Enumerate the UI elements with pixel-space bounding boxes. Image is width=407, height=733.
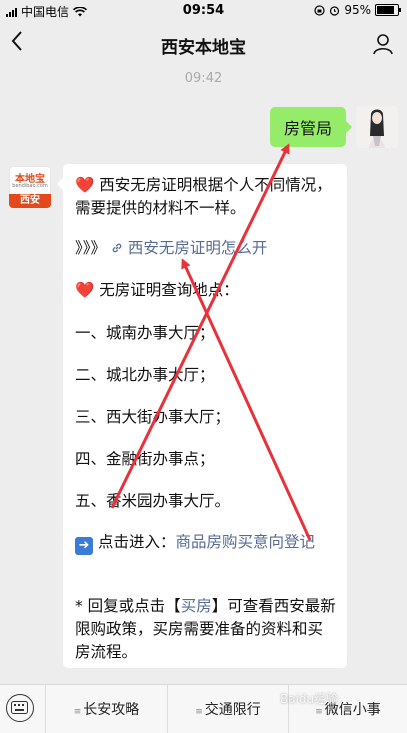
- menu-icon: ≡: [315, 707, 323, 717]
- location-item: 三、西大街办事大厅；: [75, 408, 231, 426]
- user-message-bubble[interactable]: 房管局: [270, 107, 352, 147]
- menu-item-wechat-matters[interactable]: ≡ 微信小事: [289, 699, 407, 719]
- location-item: 四、金融街办事点；: [75, 450, 215, 468]
- note-prefix: * 回复或点击【: [75, 597, 181, 615]
- keyboard-icon[interactable]: [6, 694, 34, 722]
- avatar-city-label: 西安: [9, 194, 51, 208]
- status-right: 95%: [314, 3, 401, 17]
- status-bar: 中国电信 09:54 95%: [0, 0, 407, 22]
- location-item: 五、香米园办事大厅。: [75, 492, 231, 510]
- enter-prefix: 点击进入：: [97, 533, 176, 551]
- message-timestamp: 09:42: [184, 71, 223, 86]
- intro-text: 西安无房证明根据个人不同情况，需要提供的材料不一样。: [75, 176, 332, 217]
- menu-item-label: 交通限行: [204, 702, 261, 718]
- rotation-lock-icon: [314, 4, 325, 16]
- user-avatar[interactable]: [356, 106, 398, 148]
- menu-item-changan-guide[interactable]: ≡ 长安攻略: [46, 699, 167, 719]
- battery-percent: 95%: [344, 3, 371, 17]
- user-avatar-image: [356, 106, 398, 148]
- menu-icon: ≡: [195, 707, 203, 717]
- query-heading-text: 无房证明查询地点：: [99, 281, 239, 299]
- heart-icon: ❤️: [75, 176, 95, 194]
- menu-item-traffic-restriction[interactable]: ≡ 交通限行: [168, 699, 288, 719]
- page-title: 西安本地宝: [161, 38, 246, 58]
- location-item: 一、城南办事大厅；: [75, 324, 215, 342]
- nav-bar: 西安本地宝: [0, 22, 407, 66]
- intro-paragraph: ❤️ 西安无房证明根据个人不同情况，需要提供的材料不一样。: [75, 174, 337, 220]
- link-line: 》》》 西安无房证明怎么开: [75, 237, 337, 260]
- right-arrow-icon: ➜: [75, 537, 93, 555]
- alarm-icon: [330, 5, 340, 16]
- link-icon: [112, 243, 122, 253]
- menu-icon: ≡: [73, 707, 82, 717]
- avatar-logo-sub: bendibao.com: [12, 183, 48, 189]
- battery-fill: [377, 6, 395, 14]
- bot-message-bubble: ❤️ 西安无房证明根据个人不同情况，需要提供的材料不一样。 》》》 西安无房证明…: [57, 164, 347, 668]
- enter-line: ➜ 点击进入：商品房购买意向登记: [75, 531, 337, 555]
- menu-item-label: 微信小事: [324, 702, 381, 718]
- link-prefix: 》》》: [75, 239, 107, 257]
- purchase-intent-link[interactable]: 商品房购买意向登记: [175, 533, 315, 551]
- battery-icon: [375, 4, 401, 16]
- heart-icon: ❤️: [75, 281, 95, 299]
- bottom-menu-bar: ≡ 长安攻略 ≡ 交通限行 ≡ 微信小事: [0, 684, 407, 733]
- query-heading: ❤️ 无房证明查询地点：: [75, 279, 337, 302]
- note-paragraph: * 回复或点击【买房】可查看西安最新限购政策，买房需要准备的资料和买房流程。: [75, 595, 337, 664]
- menu-item-label: 长安攻略: [83, 702, 140, 718]
- no-house-proof-link[interactable]: 西安无房证明怎么开: [128, 239, 268, 257]
- user-message-text: 房管局: [283, 119, 332, 138]
- official-account-avatar[interactable]: 本地宝 bendibao.com 西安: [9, 166, 51, 208]
- location-item: 二、城北办事大厅；: [75, 366, 215, 384]
- profile-icon[interactable]: [371, 32, 395, 56]
- buy-house-link[interactable]: 买房: [181, 597, 212, 615]
